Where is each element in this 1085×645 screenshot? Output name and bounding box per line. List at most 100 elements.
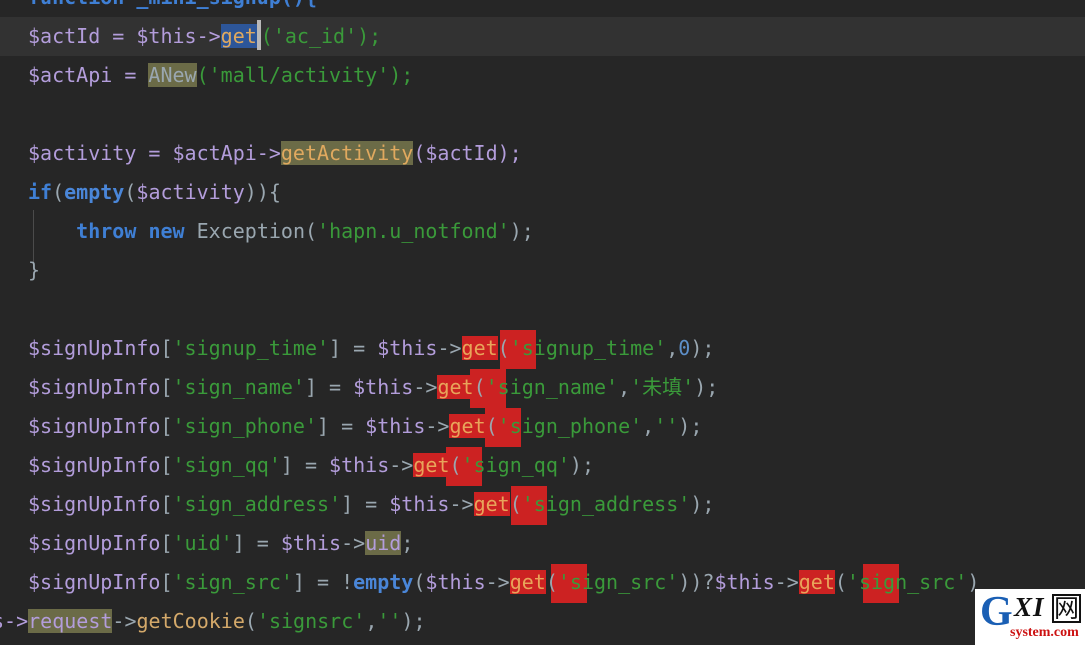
token-operator: = [304,570,342,594]
token-punct: ); [694,375,719,399]
token-punct: ( [244,609,257,633]
token-variable: $this [329,453,390,477]
token-keyword: new [148,219,185,243]
token-string: ('ac_id'); [260,24,382,48]
token-variable: $signUpInfo [28,453,161,477]
token-operator: = [341,336,378,360]
token-operator: -> [341,531,366,555]
token-string: 'sign_phone' [172,414,318,438]
token-punct: [ [160,570,173,594]
token-string: 'sign_name' [485,375,619,399]
token-punct: [ [160,531,173,555]
token-string: 'sign_src' [846,570,968,594]
token-punct: ( [545,570,558,594]
token-operator: = [292,453,330,477]
token-variable: $signUpInfo [28,492,161,516]
token-variable: $actApi = [28,63,149,87]
token-operator: -> [389,453,414,477]
token-operator: = [353,492,390,516]
occurrence-token[interactable]: get [473,492,510,516]
token-variable: ($actId); [413,141,522,165]
code-line: $signUpInfo['uid'] = $this->uid; [0,524,1085,563]
token-string: 'sign_qq' [461,453,570,477]
token-string: '未填' [630,375,695,399]
token-punct: ( [413,570,426,594]
token-string: 'uid' [172,531,233,555]
token-punct: [ [160,453,173,477]
highlighted-identifier[interactable]: uid [365,531,402,555]
token-string: 'sign_src' [557,570,679,594]
token-punct: )){ [244,180,281,204]
token-punct: ] [317,414,330,438]
token-string: 'sign_phone' [497,414,643,438]
token-variable: $signUpInfo [28,570,161,594]
token-operator: ! [341,570,354,594]
token-operator: = [329,414,366,438]
token-string: 'sign_name' [172,375,305,399]
token-punct: ( [509,492,522,516]
token-operator: -> [425,414,450,438]
highlighted-identifier[interactable]: request [28,609,113,633]
occurrence-token[interactable]: get [437,375,474,399]
token-variable: $this [365,414,426,438]
token-punct: ; [401,531,414,555]
code-line: } [0,251,1085,290]
code-line: $signUpInfo['sign_phone'] = $this->get('… [0,407,1085,446]
token-variable: $signUpInfo [28,336,161,360]
token-operator: -> [485,570,510,594]
watermark-letters-xi: XI [1014,592,1045,622]
token-punct: [ [160,414,173,438]
token-number: 0 [678,336,691,360]
token-punct: ( [304,219,318,243]
token-operator: = [244,531,281,555]
token-punct: ( [834,570,847,594]
token-punct: ); [401,609,426,633]
token-operator: -> [437,336,462,360]
token-punct: ))? [678,570,715,594]
token-string: 'sign_address' [172,492,342,516]
token-variable: $activity [136,180,245,204]
token-string: 'hapn.u_notfond' [317,219,510,243]
occurrence-token[interactable]: get [413,453,450,477]
token-variable: $this [425,570,486,594]
highlighted-identifier[interactable]: ANew [148,63,197,87]
token-operator: -> [774,570,799,594]
code-line: s->request->getCookie('signsrc',''); [0,602,1085,641]
token-punct: ); [569,453,594,477]
token-variable: $this [377,336,438,360]
token-punct: ); [690,492,715,516]
token-variable: $signUpInfo [28,375,161,399]
code-line: $signUpInfo['signup_time'] = $this->get(… [0,329,1085,368]
token-punct: ] [292,570,305,594]
token-punct: [ [160,492,173,516]
token-variable: $activity = $actApi-> [28,141,281,165]
occurrence-token[interactable]: get [449,414,486,438]
token-keyword: if [28,180,53,204]
token-variable: $this [353,375,414,399]
token-punct: ( [449,453,462,477]
watermark-logo: G XI 网 system.com [975,589,1085,645]
token-string: 'sign_src' [172,570,293,594]
token-punct: ] [232,531,245,555]
code-line: function _mini_signup(){ [0,0,1085,17]
token-punct: ( [497,336,510,360]
selected-token[interactable]: get [220,24,257,48]
occurrence-token[interactable]: get [509,570,546,594]
token-variable: $actId = $this-> [28,24,221,48]
code-line: $signUpInfo['sign_src'] = !empty($this->… [0,563,1085,602]
watermark-cjk-character: 网 [1052,594,1082,623]
token-keyword: throw [76,219,137,243]
highlighted-identifier[interactable]: getActivity [280,141,414,165]
occurrence-token[interactable]: get [461,336,498,360]
code-line: $signUpInfo['sign_name'] = $this->get('s… [0,368,1085,407]
token-string: 'signup_time' [509,336,667,360]
token-string: 'signup_time' [172,336,330,360]
code-line: $actId = $this->get ('ac_id'); [0,17,1085,56]
token-punct: ( [485,414,498,438]
token-string: 'signsrc' [256,609,366,633]
token-punct: ); [690,336,715,360]
token-punct: ] [341,492,354,516]
token-variable: $signUpInfo [28,531,161,555]
occurrence-token[interactable]: get [798,570,835,594]
code-editor[interactable]: function _mini_signup(){ $actId = $this-… [0,0,1085,645]
